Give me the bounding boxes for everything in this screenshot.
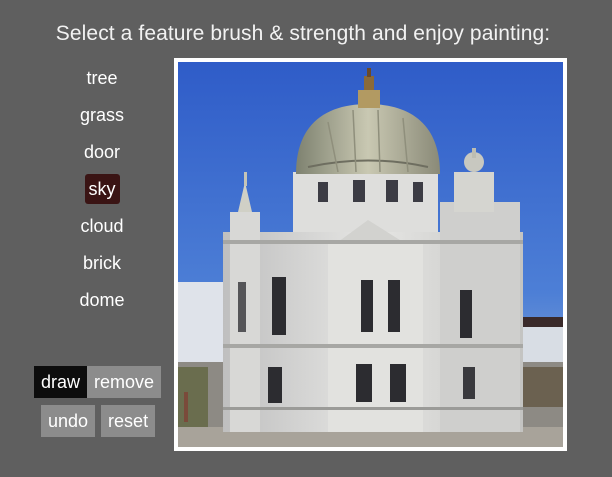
painting-canvas[interactable]	[178, 62, 563, 447]
brush-brick[interactable]: brick	[79, 248, 125, 278]
brush-sky[interactable]: sky	[84, 174, 120, 204]
page-title: Select a feature brush & strength and en…	[55, 22, 551, 45]
undo-button[interactable]: undo	[41, 405, 96, 437]
remove-button[interactable]: remove	[87, 366, 162, 398]
brush-list: tree grass door sky cloud brick dome	[62, 63, 142, 322]
brush-cloud[interactable]: cloud	[76, 211, 127, 241]
reset-button[interactable]: reset	[101, 405, 156, 437]
generated-building-image	[178, 62, 563, 447]
painting-canvas-frame	[174, 58, 567, 451]
brush-grass[interactable]: grass	[76, 100, 128, 130]
history-controls: undo reset	[41, 405, 156, 437]
draw-button[interactable]: draw	[34, 366, 88, 398]
mode-toggle: draw remove	[34, 366, 162, 398]
brush-door[interactable]: door	[80, 137, 124, 167]
brush-tree[interactable]: tree	[82, 63, 121, 93]
brush-dome[interactable]: dome	[75, 285, 128, 315]
